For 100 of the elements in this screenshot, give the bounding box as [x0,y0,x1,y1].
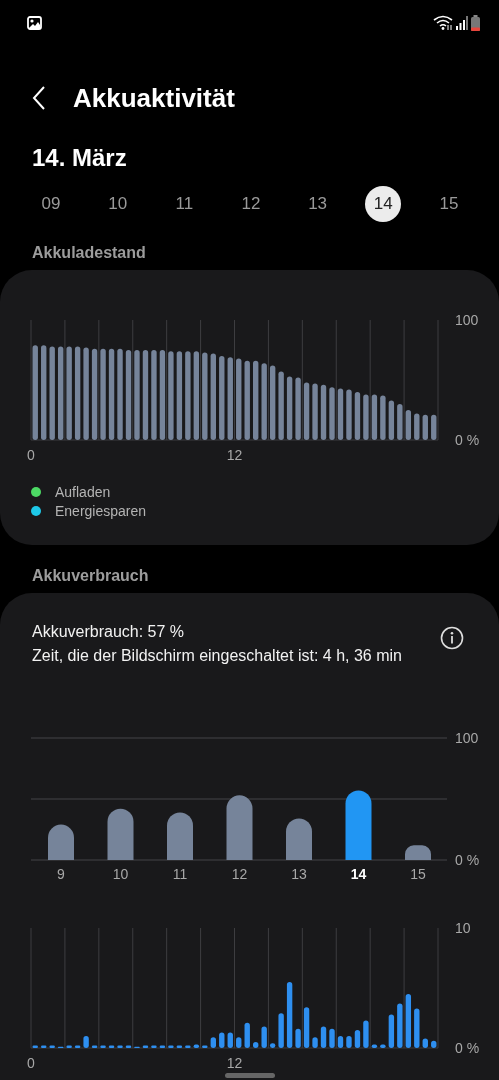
summary-text: Zeit, die der Bildschirm eingeschaltet ist: 4 h, 36 min [32,646,402,666]
day-tab[interactable]: 11 [165,186,204,222]
axis-label: 13 [291,866,307,882]
chart-bar [422,414,428,440]
date-title: 14. März [31,143,128,173]
axis-label: 100 [455,312,479,328]
chart-bar [168,1045,174,1048]
chart-bar [329,1028,335,1048]
chart-bar [354,1030,361,1048]
chart-bar [32,1045,38,1048]
chart-bar [167,812,193,860]
chart-bar [371,394,378,440]
axis-label: 0 % [455,852,480,868]
legend-label: Energiesparen [55,502,147,519]
chart-bar [380,395,386,440]
chart-bar [83,1036,89,1048]
chart-bar [236,1037,242,1048]
chart-bar [320,1026,327,1048]
chart-bar [388,400,395,440]
legend-label: Aufladen [55,483,111,500]
chart-bar [159,1045,166,1048]
chart-bar [48,824,74,860]
day-tab[interactable]: 13 [298,186,337,222]
chart-bar [303,382,310,440]
chart-bar [295,377,301,440]
axis-label: 10 [455,920,471,936]
section-title: Akkuladestand [31,243,147,263]
axis-label: 12 [231,866,248,882]
day-tab[interactable]: 12 [231,186,270,222]
axis-label: 100 [455,730,479,746]
axis-label: 0 % [455,432,480,448]
chart-bar [405,845,431,860]
chart-bar [41,1045,47,1048]
chart-bar [261,1026,267,1048]
chart-bar [363,394,369,440]
chart-bar [278,371,284,440]
chart-bar [371,1044,378,1048]
chart-bar [431,1040,437,1048]
wifi-icon [433,15,453,31]
chart-bar [107,808,134,860]
chart-bar [286,982,293,1048]
chart-bar [422,1038,428,1048]
axis-label: 14 [350,866,367,882]
chart-bar [117,1045,123,1048]
chart-bar [100,1045,106,1048]
chart-bar [202,1045,208,1048]
chart-bar [227,1032,233,1048]
chart-bar [269,1043,276,1048]
chart-bar [354,392,361,440]
summary-text: Akkuverbrauch: 57 % [32,622,186,642]
chart-bar [176,1045,183,1048]
chart-bar [286,818,312,860]
chart-bar [151,1045,157,1048]
axis-label: 9 [57,866,65,882]
chart-bar [193,1044,200,1048]
axis-label: 10 [112,866,129,882]
day-tab[interactable]: 14 [365,186,402,222]
chart-bar [312,1037,318,1048]
chart-bar [345,790,372,860]
chart-bar [278,1013,284,1048]
chart-bar [363,1020,369,1048]
axis-label: 0 [27,447,35,463]
chart-bar [74,1045,81,1048]
chart-bar [414,1008,420,1048]
chart-bar [142,1045,149,1048]
chart-bar [329,387,335,440]
chart-bar [380,1044,386,1048]
day-tab[interactable]: 09 [32,186,70,222]
chart-bar [244,1022,250,1048]
chart-bar [388,1014,395,1048]
axis-label: 0 % [455,1040,480,1056]
day-tab[interactable]: 10 [98,186,137,222]
signal-icon [456,16,468,30]
day-tab[interactable]: 15 [429,186,468,222]
chart-bar [253,1042,259,1048]
chart-bar [312,383,318,440]
chart-bar [397,1003,403,1048]
chart-bar [185,1045,191,1048]
chart-bar [91,1045,98,1048]
chart-bar [108,1045,115,1048]
chart-bar [405,410,411,440]
image-icon [27,16,42,30]
axis-label: 12 [226,447,243,463]
axis-label: 12 [226,1055,243,1071]
axis-label: 0 [27,1055,35,1071]
chart-bar [210,1037,216,1048]
chart-bar [405,994,411,1048]
chart-bar [125,1045,132,1048]
chart-bar [431,414,437,440]
chart-bar [320,384,327,440]
chart-bar [346,1036,352,1048]
chart-bar [414,413,420,440]
chart-bar [219,1032,225,1048]
battery-icon [471,15,480,31]
chart-bar [337,1036,344,1048]
info-icon[interactable] [440,626,464,650]
chart-bar [49,1045,55,1048]
chart-bar [226,795,253,860]
chart-bar [66,1045,72,1048]
axis-label: 15 [410,866,426,882]
